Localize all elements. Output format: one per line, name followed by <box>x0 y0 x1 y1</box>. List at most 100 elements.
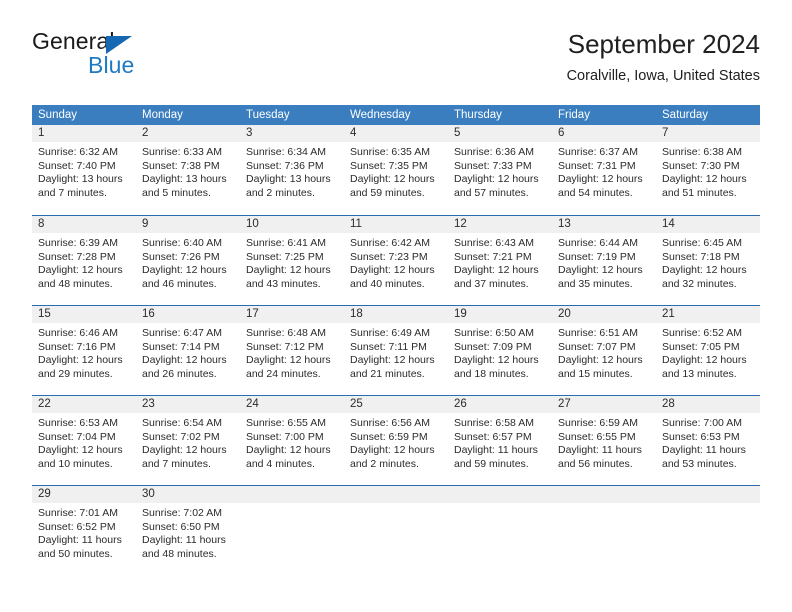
day-cell[interactable]: 22 Sunrise: 6:53 AM Sunset: 7:04 PM Dayl… <box>32 396 136 485</box>
day-cell[interactable]: 7 Sunrise: 6:38 AM Sunset: 7:30 PM Dayli… <box>656 125 760 215</box>
week-row: 8 Sunrise: 6:39 AM Sunset: 7:28 PM Dayli… <box>32 215 760 305</box>
sunset-text: Sunset: 7:11 PM <box>350 340 427 353</box>
page-subtitle: Coralville, Iowa, United States <box>566 68 760 84</box>
day-details: Sunrise: 6:34 AM Sunset: 7:36 PM Dayligh… <box>240 142 344 200</box>
day-cell[interactable]: 26 Sunrise: 6:58 AM Sunset: 6:57 PM Dayl… <box>448 396 552 485</box>
daylight-text-line1: Daylight: 12 hours <box>558 173 643 185</box>
day-number: 30 <box>136 486 240 503</box>
daylight-text-line2: and 35 minutes. <box>558 277 633 290</box>
day-cell[interactable]: 9 Sunrise: 6:40 AM Sunset: 7:26 PM Dayli… <box>136 216 240 305</box>
day-cell[interactable]: 6 Sunrise: 6:37 AM Sunset: 7:31 PM Dayli… <box>552 125 656 215</box>
sunset-text: Sunset: 7:21 PM <box>454 250 532 263</box>
general-blue-logo[interactable]: General Blue <box>32 28 232 86</box>
sunrise-text: Sunrise: 6:37 AM <box>558 146 638 158</box>
day-cell[interactable]: 19 Sunrise: 6:50 AM Sunset: 7:09 PM Dayl… <box>448 306 552 395</box>
sunset-text: Sunset: 6:52 PM <box>38 520 116 533</box>
sunset-text: Sunset: 7:07 PM <box>558 340 636 353</box>
day-details: Sunrise: 6:49 AM Sunset: 7:11 PM Dayligh… <box>344 323 448 381</box>
sunrise-text: Sunrise: 6:41 AM <box>246 237 326 249</box>
day-cell[interactable]: 25 Sunrise: 6:56 AM Sunset: 6:59 PM Dayl… <box>344 396 448 485</box>
day-cell[interactable]: 8 Sunrise: 6:39 AM Sunset: 7:28 PM Dayli… <box>32 216 136 305</box>
day-cell[interactable]: 15 Sunrise: 6:46 AM Sunset: 7:16 PM Dayl… <box>32 306 136 395</box>
sunrise-text: Sunrise: 6:44 AM <box>558 237 638 249</box>
day-number: 10 <box>240 216 344 233</box>
sunrise-text: Sunrise: 6:34 AM <box>246 146 326 158</box>
day-cell[interactable]: 29 Sunrise: 7:01 AM Sunset: 6:52 PM Dayl… <box>32 486 136 575</box>
day-details: Sunrise: 6:48 AM Sunset: 7:12 PM Dayligh… <box>240 323 344 381</box>
day-cell[interactable]: 24 Sunrise: 6:55 AM Sunset: 7:00 PM Dayl… <box>240 396 344 485</box>
daylight-text-line1: Daylight: 12 hours <box>246 264 331 276</box>
day-cell[interactable]: 10 Sunrise: 6:41 AM Sunset: 7:25 PM Dayl… <box>240 216 344 305</box>
day-cell[interactable]: 20 Sunrise: 6:51 AM Sunset: 7:07 PM Dayl… <box>552 306 656 395</box>
day-cell[interactable]: 27 Sunrise: 6:59 AM Sunset: 6:55 PM Dayl… <box>552 396 656 485</box>
daylight-text-line2: and 37 minutes. <box>454 277 529 290</box>
sunset-text: Sunset: 7:02 PM <box>142 430 220 443</box>
daylight-text-line2: and 5 minutes. <box>142 186 211 199</box>
day-details: Sunrise: 6:45 AM Sunset: 7:18 PM Dayligh… <box>656 233 760 291</box>
daylight-text-line1: Daylight: 12 hours <box>558 264 643 276</box>
day-cell[interactable]: 12 Sunrise: 6:43 AM Sunset: 7:21 PM Dayl… <box>448 216 552 305</box>
day-number <box>448 486 552 503</box>
day-number: 17 <box>240 306 344 323</box>
day-cell[interactable]: 13 Sunrise: 6:44 AM Sunset: 7:19 PM Dayl… <box>552 216 656 305</box>
day-number: 28 <box>656 396 760 413</box>
daylight-text-line2: and 46 minutes. <box>142 277 217 290</box>
sunrise-text: Sunrise: 6:54 AM <box>142 417 222 429</box>
day-cell-empty <box>448 486 552 575</box>
day-cell[interactable]: 30 Sunrise: 7:02 AM Sunset: 6:50 PM Dayl… <box>136 486 240 575</box>
day-number: 16 <box>136 306 240 323</box>
day-cell[interactable]: 17 Sunrise: 6:48 AM Sunset: 7:12 PM Dayl… <box>240 306 344 395</box>
daylight-text-line1: Daylight: 13 hours <box>38 173 123 185</box>
week-row: 1 Sunrise: 6:32 AM Sunset: 7:40 PM Dayli… <box>32 125 760 215</box>
day-number <box>344 486 448 503</box>
day-cell[interactable]: 16 Sunrise: 6:47 AM Sunset: 7:14 PM Dayl… <box>136 306 240 395</box>
day-number: 26 <box>448 396 552 413</box>
day-cell[interactable]: 2 Sunrise: 6:33 AM Sunset: 7:38 PM Dayli… <box>136 125 240 215</box>
day-cell[interactable]: 1 Sunrise: 6:32 AM Sunset: 7:40 PM Dayli… <box>32 125 136 215</box>
sunset-text: Sunset: 7:38 PM <box>142 159 220 172</box>
day-details: Sunrise: 6:37 AM Sunset: 7:31 PM Dayligh… <box>552 142 656 200</box>
weekday-header-thursday: Thursday <box>454 109 502 121</box>
day-cell-empty <box>240 486 344 575</box>
daylight-text-line2: and 4 minutes. <box>246 457 315 470</box>
day-details: Sunrise: 7:01 AM Sunset: 6:52 PM Dayligh… <box>32 503 136 561</box>
daylight-text-line1: Daylight: 11 hours <box>142 534 226 546</box>
daylight-text-line2: and 26 minutes. <box>142 367 217 380</box>
daylight-text-line1: Daylight: 12 hours <box>558 354 643 366</box>
day-cell[interactable]: 11 Sunrise: 6:42 AM Sunset: 7:23 PM Dayl… <box>344 216 448 305</box>
day-cell[interactable]: 14 Sunrise: 6:45 AM Sunset: 7:18 PM Dayl… <box>656 216 760 305</box>
day-details: Sunrise: 6:47 AM Sunset: 7:14 PM Dayligh… <box>136 323 240 381</box>
day-number: 21 <box>656 306 760 323</box>
day-details: Sunrise: 6:55 AM Sunset: 7:00 PM Dayligh… <box>240 413 344 471</box>
day-cell[interactable]: 21 Sunrise: 6:52 AM Sunset: 7:05 PM Dayl… <box>656 306 760 395</box>
day-cell[interactable]: 18 Sunrise: 6:49 AM Sunset: 7:11 PM Dayl… <box>344 306 448 395</box>
day-number <box>552 486 656 503</box>
day-number: 9 <box>136 216 240 233</box>
day-number: 18 <box>344 306 448 323</box>
day-number: 1 <box>32 125 136 142</box>
sunrise-text: Sunrise: 6:40 AM <box>142 237 222 249</box>
sunrise-text: Sunrise: 6:58 AM <box>454 417 534 429</box>
day-number: 4 <box>344 125 448 142</box>
day-cell[interactable]: 4 Sunrise: 6:35 AM Sunset: 7:35 PM Dayli… <box>344 125 448 215</box>
day-number: 19 <box>448 306 552 323</box>
day-details: Sunrise: 6:40 AM Sunset: 7:26 PM Dayligh… <box>136 233 240 291</box>
day-number <box>240 486 344 503</box>
sunset-text: Sunset: 7:05 PM <box>662 340 740 353</box>
logo-text-blue: Blue <box>88 52 135 78</box>
sunrise-text: Sunrise: 6:33 AM <box>142 146 222 158</box>
day-cell[interactable]: 23 Sunrise: 6:54 AM Sunset: 7:02 PM Dayl… <box>136 396 240 485</box>
day-cell[interactable]: 3 Sunrise: 6:34 AM Sunset: 7:36 PM Dayli… <box>240 125 344 215</box>
sunset-text: Sunset: 7:30 PM <box>662 159 740 172</box>
day-number: 15 <box>32 306 136 323</box>
daylight-text-line1: Daylight: 12 hours <box>454 264 539 276</box>
day-cell[interactable]: 28 Sunrise: 7:00 AM Sunset: 6:53 PM Dayl… <box>656 396 760 485</box>
day-cell-empty <box>344 486 448 575</box>
day-cell[interactable]: 5 Sunrise: 6:36 AM Sunset: 7:33 PM Dayli… <box>448 125 552 215</box>
sunrise-text: Sunrise: 6:36 AM <box>454 146 534 158</box>
day-details: Sunrise: 6:46 AM Sunset: 7:16 PM Dayligh… <box>32 323 136 381</box>
logo-text-general: General <box>32 28 115 54</box>
daylight-text-line2: and 48 minutes. <box>142 547 217 560</box>
day-details: Sunrise: 7:02 AM Sunset: 6:50 PM Dayligh… <box>136 503 240 561</box>
sunrise-text: Sunrise: 6:39 AM <box>38 237 118 249</box>
